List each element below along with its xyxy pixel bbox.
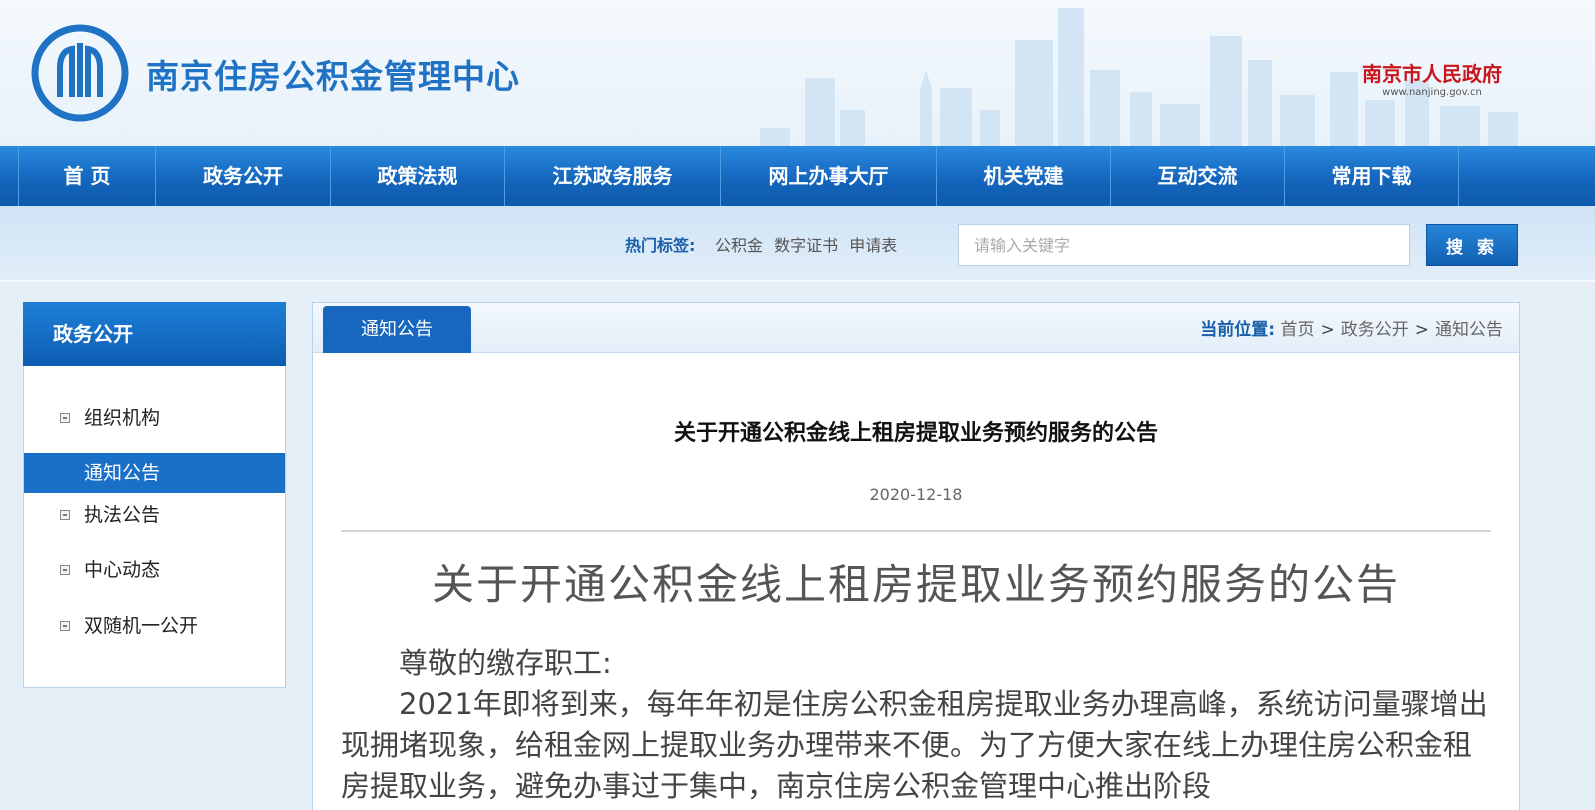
sidebar-item-label: 执法公告: [84, 504, 161, 526]
body-paragraph: 2021年即将到来，每年年初是住房公积金租房提取业务办理高峰，系统访问量骤增出现…: [341, 687, 1488, 803]
site-title[interactable]: 南京住房公积金管理中心: [146, 50, 520, 98]
breadcrumb-separator: >: [1414, 320, 1429, 340]
sidebar-item-organization[interactable]: 组织机构: [24, 398, 285, 438]
site-logo-icon[interactable]: [30, 23, 130, 123]
main-nav: 首 页 政务公开 政策法规 江苏政务服务 网上办事大厅 机关党建 互动交流 常用…: [0, 146, 1595, 206]
document-title: 关于开通公积金线上租房提取业务预约服务的公告: [431, 560, 1400, 609]
nanjing-gov-link[interactable]: 南京市人民政府 www.nanjing.gov.cn: [1362, 58, 1502, 98]
sidebar-item-label: 组织机构: [84, 407, 161, 429]
breadcrumb-label: 当前位置:: [1200, 320, 1276, 340]
sidebar-item-label: 双随机一公开: [84, 615, 199, 637]
breadcrumb: 当前位置: 首页 > 政务公开 > 通知公告: [1200, 315, 1503, 340]
hot-tag-digital-cert[interactable]: 数字证书: [774, 236, 838, 255]
hot-tags: 公积金 数字证书 申请表: [715, 232, 903, 256]
sidebar-item-center-news[interactable]: 中心动态: [24, 550, 285, 590]
sidebar-item-double-random[interactable]: 双随机一公开: [24, 606, 285, 646]
search-band: 热门标签: 公积金 数字证书 申请表 搜 索: [0, 206, 1595, 282]
breadcrumb-gov-affairs[interactable]: 政务公开: [1341, 320, 1409, 340]
gov-url: www.nanjing.gov.cn: [1382, 87, 1482, 98]
nav-item-party[interactable]: 机关党建: [937, 146, 1111, 206]
sidebar-title: 政务公开: [23, 302, 286, 366]
nav-item-jiangsu-service[interactable]: 江苏政务服务: [505, 146, 721, 206]
expand-icon: [60, 621, 70, 631]
nav-item-online-hall[interactable]: 网上办事大厅: [721, 146, 937, 206]
search-button[interactable]: 搜 索: [1426, 224, 1518, 266]
article-date: 2020-12-18: [869, 485, 963, 504]
nav-item-gov-affairs[interactable]: 政务公开: [156, 146, 331, 206]
expand-icon: [60, 413, 70, 423]
nav-item-home[interactable]: 首 页: [18, 146, 156, 206]
hot-tags-label: 热门标签:: [625, 236, 696, 255]
nav-item-policy[interactable]: 政策法规: [331, 146, 505, 206]
sidebar: 政务公开 组织机构 通知公告 执法公告 中心动态 双随机一公开: [23, 302, 286, 688]
divider: [341, 530, 1491, 532]
main-content: 通知公告 当前位置: 首页 > 政务公开 > 通知公告 关于开通公积金线上租房提取业务预…: [312, 302, 1520, 810]
breadcrumb-home[interactable]: 首页: [1281, 320, 1315, 340]
sidebar-item-label: 通知公告: [84, 462, 161, 484]
sidebar-item-notices[interactable]: 通知公告: [24, 453, 285, 493]
breadcrumb-separator: >: [1320, 320, 1335, 340]
search-input[interactable]: [958, 224, 1410, 266]
site-header: 南京住房公积金管理中心 南京市人民政府 www.nanjing.gov.cn: [0, 0, 1595, 146]
sidebar-item-label: 中心动态: [84, 559, 161, 581]
expand-icon: [60, 565, 70, 575]
greeting: 尊敬的缴存职工:: [399, 646, 612, 680]
sidebar-item-enforcement[interactable]: 执法公告: [24, 495, 285, 535]
nav-item-downloads[interactable]: 常用下载: [1285, 146, 1459, 206]
nav-item-interaction[interactable]: 互动交流: [1111, 146, 1285, 206]
breadcrumb-notices[interactable]: 通知公告: [1435, 320, 1503, 340]
article-body: 尊敬的缴存职工: 2021年即将到来，每年年初是住房公积金租房提取业务办理高峰，…: [341, 643, 1491, 807]
gov-name: 南京市人民政府: [1362, 62, 1502, 86]
expand-icon: [60, 510, 70, 520]
content-header: 通知公告 当前位置: 首页 > 政务公开 > 通知公告: [313, 303, 1519, 353]
hot-tag-gongjijin[interactable]: 公积金: [715, 236, 763, 255]
tab-notices[interactable]: 通知公告: [323, 306, 471, 353]
article-title: 关于开通公积金线上租房提取业务预约服务的公告: [673, 421, 1158, 446]
hot-tag-application-form[interactable]: 申请表: [849, 236, 897, 255]
